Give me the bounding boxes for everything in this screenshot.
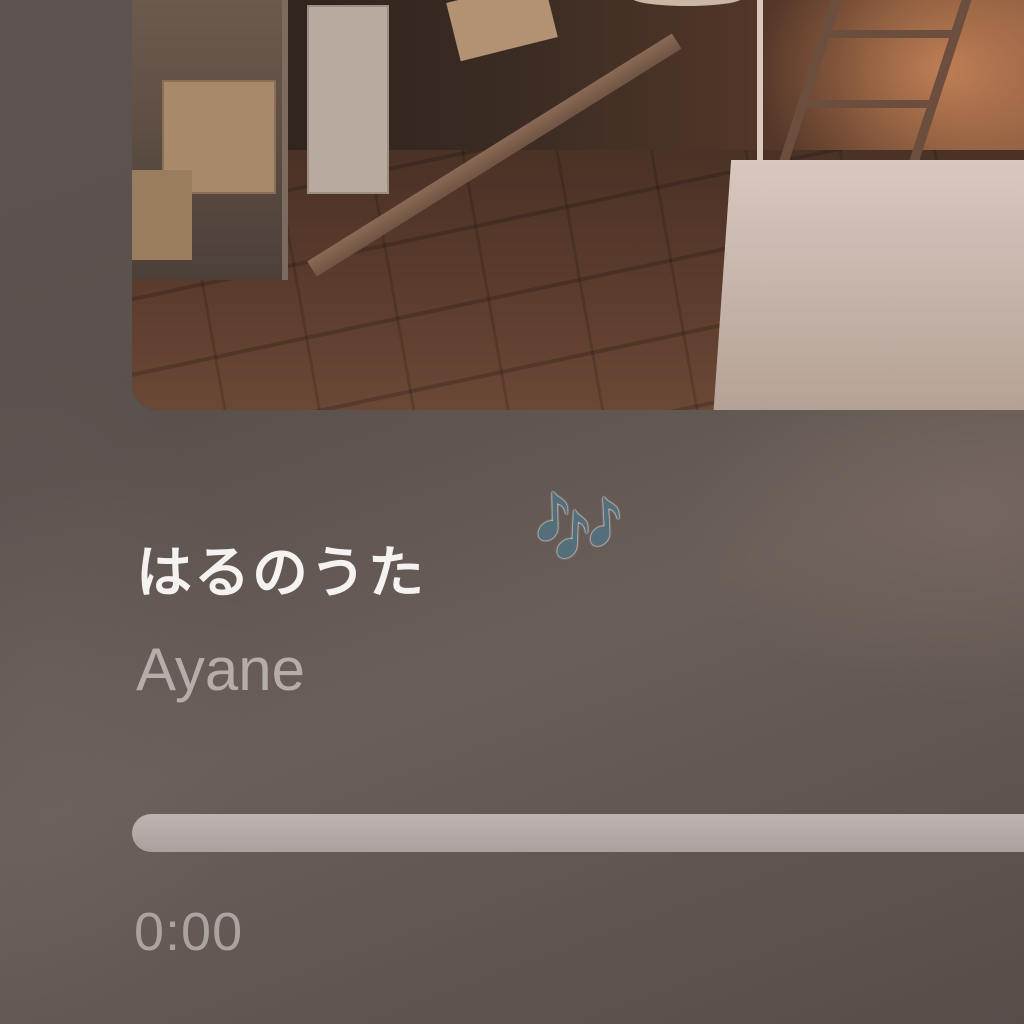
track-artist[interactable]: Ayane xyxy=(136,630,305,710)
artwork-box xyxy=(307,5,389,194)
album-artwork xyxy=(132,0,1024,410)
artwork-stool-leg xyxy=(757,0,763,170)
elapsed-time: 0:00 xyxy=(134,902,244,962)
artwork-box xyxy=(132,170,192,260)
artwork-table xyxy=(712,160,1024,410)
progress-scrubber[interactable] xyxy=(132,814,1024,852)
music-notes-icon: 🎶 xyxy=(534,486,624,570)
track-title: はるのうた xyxy=(136,541,426,606)
